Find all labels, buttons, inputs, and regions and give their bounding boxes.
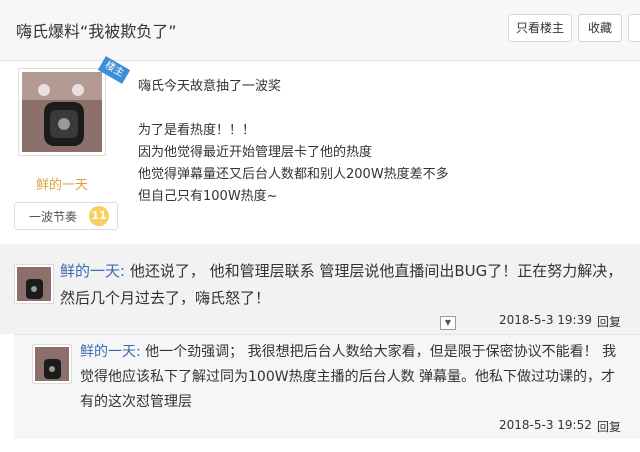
reply-body: 他一个劲强调； 我很想把后台人数给大家看，但是限于保密协议不能看！ 我觉得他应该… (80, 344, 617, 410)
user-level: 一波节奏 11 (14, 202, 118, 230)
avatar-image (35, 347, 69, 381)
reply-avatar[interactable] (32, 344, 72, 384)
level-badge-icon: 11 (89, 206, 109, 226)
post-title: 嗨氏爆料“我被欺负了” (16, 22, 177, 41)
op-post-content: 嗨氏今天故意抽了一波奖 为了是看热度！！！ 因为他觉得最近开始管理层卡了他的热度… (138, 76, 449, 208)
avatar-image (22, 72, 102, 152)
favorite-button[interactable]: 收藏 (578, 14, 622, 42)
post-line: 但自己只有100W热度~ (138, 189, 278, 204)
post-header: 嗨氏爆料“我被欺负了” 只看楼主 收藏 (0, 0, 640, 61)
reply-link[interactable]: 回复 (597, 313, 621, 330)
op-author-panel: 楼主 鲜的一天 一波节奏 11 (14, 56, 131, 232)
post-line: 为了是看热度！！！ (138, 123, 256, 138)
op-avatar[interactable] (18, 68, 106, 156)
reply-username[interactable]: 鲜的一天: (60, 262, 125, 280)
watch-avatar-graphic (22, 72, 102, 152)
watch-avatar-graphic (17, 267, 51, 301)
reply-text: 鲜的一天: 他一个劲强调； 我很想把后台人数给大家看，但是限于保密协议不能看！ … (80, 340, 628, 415)
reply-text: 鲜的一天: 他还说了， 他和管理层联系 管理层说他直播间出BUG了！正在努力解决… (60, 258, 630, 312)
post-line: 嗨氏今天故意抽了一波奖 (138, 79, 282, 94)
reply-timestamp: 2018-5-3 19:52 (499, 418, 592, 432)
post-line: 因为他觉得最近开始管理层卡了他的热度 (138, 145, 373, 160)
chevron-down-icon[interactable]: ▼ (440, 316, 456, 330)
level-label: 一波节奏 (29, 210, 78, 224)
op-username[interactable]: 鲜的一天 (36, 174, 88, 193)
reply-username[interactable]: 鲜的一天: (80, 344, 141, 360)
reply-body: 他还说了， 他和管理层联系 管理层说他直播间出BUG了！正在努力解决，然后几个月… (60, 262, 623, 307)
reply-link[interactable]: 回复 (597, 418, 621, 435)
avatar-image (17, 267, 51, 301)
post-line-blank (138, 98, 449, 120)
reply-avatar[interactable] (14, 264, 54, 304)
post-line: 他觉得弹幕量还又后台人数都和别人200W热度差不多 (138, 167, 449, 182)
more-button[interactable] (628, 14, 640, 42)
only-op-button[interactable]: 只看楼主 (508, 14, 572, 42)
watch-avatar-graphic (35, 347, 69, 381)
reply-timestamp: 2018-5-3 19:39 (499, 313, 592, 327)
